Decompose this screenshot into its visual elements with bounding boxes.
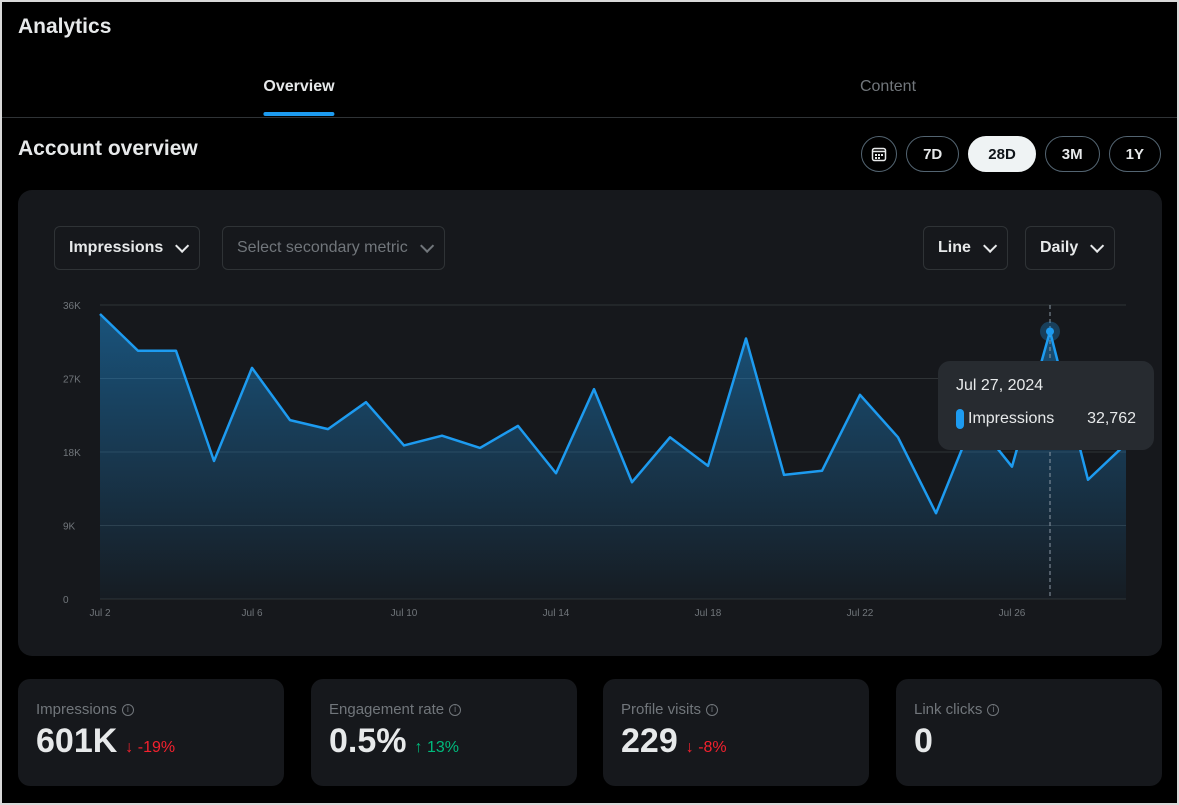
- interval-dropdown[interactable]: Daily: [1025, 226, 1116, 270]
- page-title: Analytics: [18, 15, 112, 38]
- chevron-down-icon: [1090, 238, 1105, 253]
- metric-label: Profile visits: [621, 701, 702, 718]
- primary-metric-dropdown[interactable]: Impressions: [54, 226, 201, 270]
- metric-label: Impressions: [36, 701, 117, 718]
- metric-value: 0: [914, 722, 933, 760]
- metric-label: Link clicks: [914, 701, 983, 718]
- chevron-down-icon: [419, 238, 434, 253]
- x-tick-label: Jul 6: [241, 608, 263, 619]
- dropdown-placeholder: Select secondary metric: [237, 239, 408, 256]
- tab-label: Overview: [263, 78, 335, 95]
- change-value: 13%: [426, 739, 459, 756]
- chart-tooltip: Jul 27, 2024 Impressions 32,762: [938, 361, 1154, 450]
- chart-type-dropdown[interactable]: Line: [923, 226, 1008, 270]
- range-28d-button[interactable]: 28D: [968, 136, 1036, 172]
- y-tick-label: 36K: [63, 301, 81, 312]
- y-tick-label: 27K: [63, 375, 81, 386]
- metric-card[interactable]: Profile visits i 229 ↓ -8%: [603, 679, 869, 786]
- x-tick-label: Jul 10: [391, 608, 418, 619]
- arrow-down-icon: ↓: [685, 739, 694, 756]
- change-value: -19%: [137, 739, 176, 756]
- metric-change: ↓ -19%: [125, 739, 175, 757]
- metric-card[interactable]: Link clicks i 0: [896, 679, 1162, 786]
- metric-value: 601K: [36, 722, 118, 760]
- section-title: Account overview: [18, 137, 198, 160]
- metric-value: 229: [621, 722, 678, 760]
- tab-label: Content: [859, 78, 917, 95]
- x-tick-label: Jul 26: [999, 608, 1026, 619]
- metric-label: Engagement rate: [329, 701, 445, 718]
- secondary-metric-dropdown[interactable]: Select secondary metric: [222, 226, 445, 270]
- calendar-button[interactable]: [861, 136, 898, 172]
- series-swatch: [956, 409, 964, 429]
- x-tick-label: Jul 2: [89, 608, 111, 619]
- info-icon[interactable]: i: [987, 703, 1000, 716]
- range-7d-button[interactable]: 7D: [906, 136, 960, 172]
- metric-change: ↓ -8%: [686, 739, 727, 757]
- y-tick-label: 18K: [63, 448, 81, 459]
- tooltip-series: Impressions: [968, 410, 1055, 427]
- metric-card[interactable]: Impressions i 601K ↓ -19%: [18, 679, 284, 786]
- dropdown-label: Daily: [1040, 239, 1079, 256]
- chevron-down-icon: [982, 238, 998, 253]
- tab-content[interactable]: Content: [860, 78, 916, 96]
- metric-value: 0.5%: [329, 722, 407, 760]
- x-tick-label: Jul 18: [695, 608, 722, 619]
- dropdown-label: Impressions: [69, 239, 164, 256]
- tab-bar: Overview Content: [2, 62, 1177, 118]
- y-tick-label: 0: [63, 595, 69, 606]
- x-tick-label: Jul 22: [847, 608, 874, 619]
- info-icon[interactable]: i: [449, 703, 462, 716]
- active-tab-indicator: [263, 112, 335, 116]
- y-tick-label: 9K: [63, 522, 76, 533]
- arrow-down-icon: ↓: [125, 739, 134, 756]
- area-fill: [100, 313, 1126, 599]
- dropdown-label: Line: [938, 239, 971, 256]
- chart-panel: 0 9K 18K 27K 36K Jul 2 Jul 6 Jul 10 Jul 14 Jul 18…: [18, 190, 1162, 656]
- tooltip-value: 32,762: [1087, 410, 1136, 427]
- range-3m-button[interactable]: 3M: [1044, 136, 1100, 172]
- tab-overview[interactable]: Overview: [263, 78, 335, 116]
- arrow-up-icon: ↑: [414, 739, 423, 756]
- metric-card[interactable]: Engagement rate i 0.5% ↑ 13%: [311, 679, 577, 786]
- change-value: -8%: [698, 739, 727, 756]
- x-tick-label: Jul 14: [543, 608, 570, 619]
- chevron-down-icon: [175, 238, 190, 253]
- info-icon[interactable]: i: [706, 703, 719, 716]
- metric-change: ↑ 13%: [415, 739, 459, 757]
- hover-point: [1046, 327, 1054, 336]
- range-1y-button[interactable]: 1Y: [1108, 136, 1161, 172]
- info-icon[interactable]: i: [121, 703, 134, 716]
- date-range-selector: 7D 28D 3M 1Y: [861, 136, 1161, 172]
- tooltip-date: Jul 27, 2024: [956, 377, 1044, 394]
- calendar-icon: [871, 147, 887, 162]
